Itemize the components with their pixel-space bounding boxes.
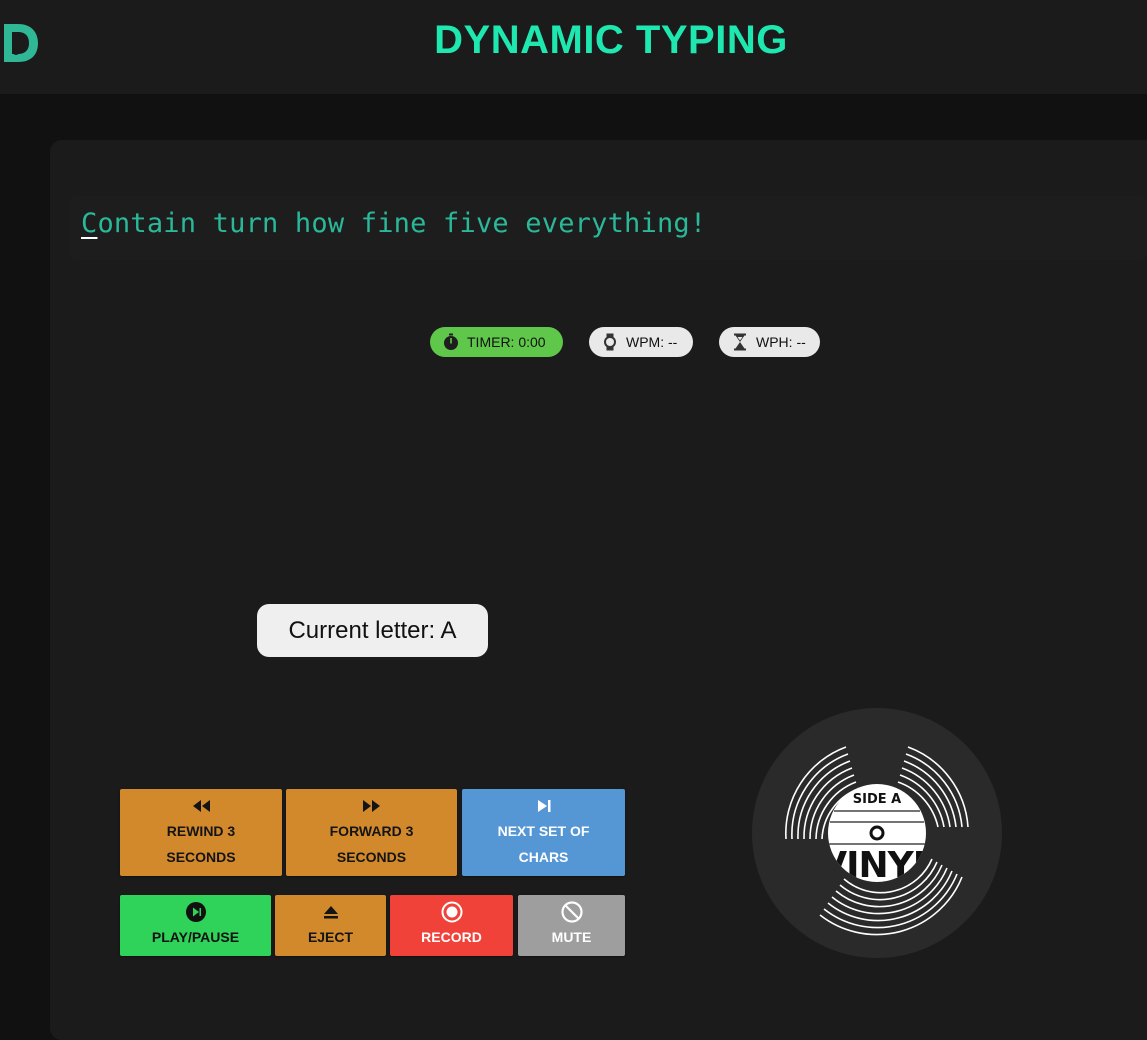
current-char: C	[81, 208, 98, 239]
header-bar: DYNAMIC TYPING	[0, 0, 1147, 94]
vinyl-record-icon: VINYL SIDE A	[752, 708, 1002, 958]
rewind-label-1: REWIND 3	[166, 823, 236, 839]
stopwatch-icon	[444, 333, 458, 350]
vinyl-side-text: SIDE A	[853, 792, 901, 807]
next-label-1: NEXT SET OF	[497, 823, 590, 839]
eject-label: EJECT	[307, 929, 354, 945]
record-label: RECORD	[421, 929, 482, 945]
page-title: DYNAMIC TYPING	[434, 18, 788, 62]
rewind-button[interactable]: REWIND 3 SECONDS	[120, 789, 282, 876]
forward-button[interactable]: FORWARD 3 SECONDS	[286, 789, 457, 876]
next-chars-button[interactable]: NEXT SET OF CHARS	[462, 789, 625, 876]
mute-label: MUTE	[551, 929, 592, 945]
play-pause-icon	[185, 902, 206, 922]
typing-sentence: Contain turn how fine five everything!	[81, 208, 706, 239]
wph-text: WPH: --	[756, 334, 806, 350]
remaining-text: ontain turn how fine five everything!	[97, 208, 707, 239]
timer-text: TIMER: 0:00	[467, 334, 546, 350]
eject-icon	[323, 906, 338, 919]
current-letter-display: Current letter: A	[257, 604, 488, 657]
forward-label-1: FORWARD 3	[329, 823, 414, 839]
fast-forward-icon	[362, 800, 380, 812]
wpm-badge: WPM: --	[589, 327, 693, 357]
play-pause-label: PLAY/PAUSE	[151, 929, 240, 945]
play-pause-button[interactable]: PLAY/PAUSE	[120, 895, 271, 956]
forward-label-2: SECONDS	[336, 849, 407, 865]
timer-badge: TIMER: 0:00	[430, 327, 563, 357]
eject-button[interactable]: EJECT	[275, 895, 386, 956]
wph-badge: WPH: --	[719, 327, 820, 357]
next-label-2: CHARS	[518, 849, 569, 865]
watch-icon	[604, 333, 616, 351]
record-icon	[441, 901, 462, 923]
mute-button[interactable]: MUTE	[518, 895, 625, 956]
hourglass-icon	[734, 333, 746, 351]
rewind-label-2: SECONDS	[166, 849, 236, 865]
skip-next-icon	[537, 800, 550, 812]
record-button[interactable]: RECORD	[390, 895, 513, 956]
rewind-icon	[193, 800, 210, 812]
wpm-text: WPM: --	[626, 334, 678, 350]
mute-icon	[560, 901, 583, 923]
